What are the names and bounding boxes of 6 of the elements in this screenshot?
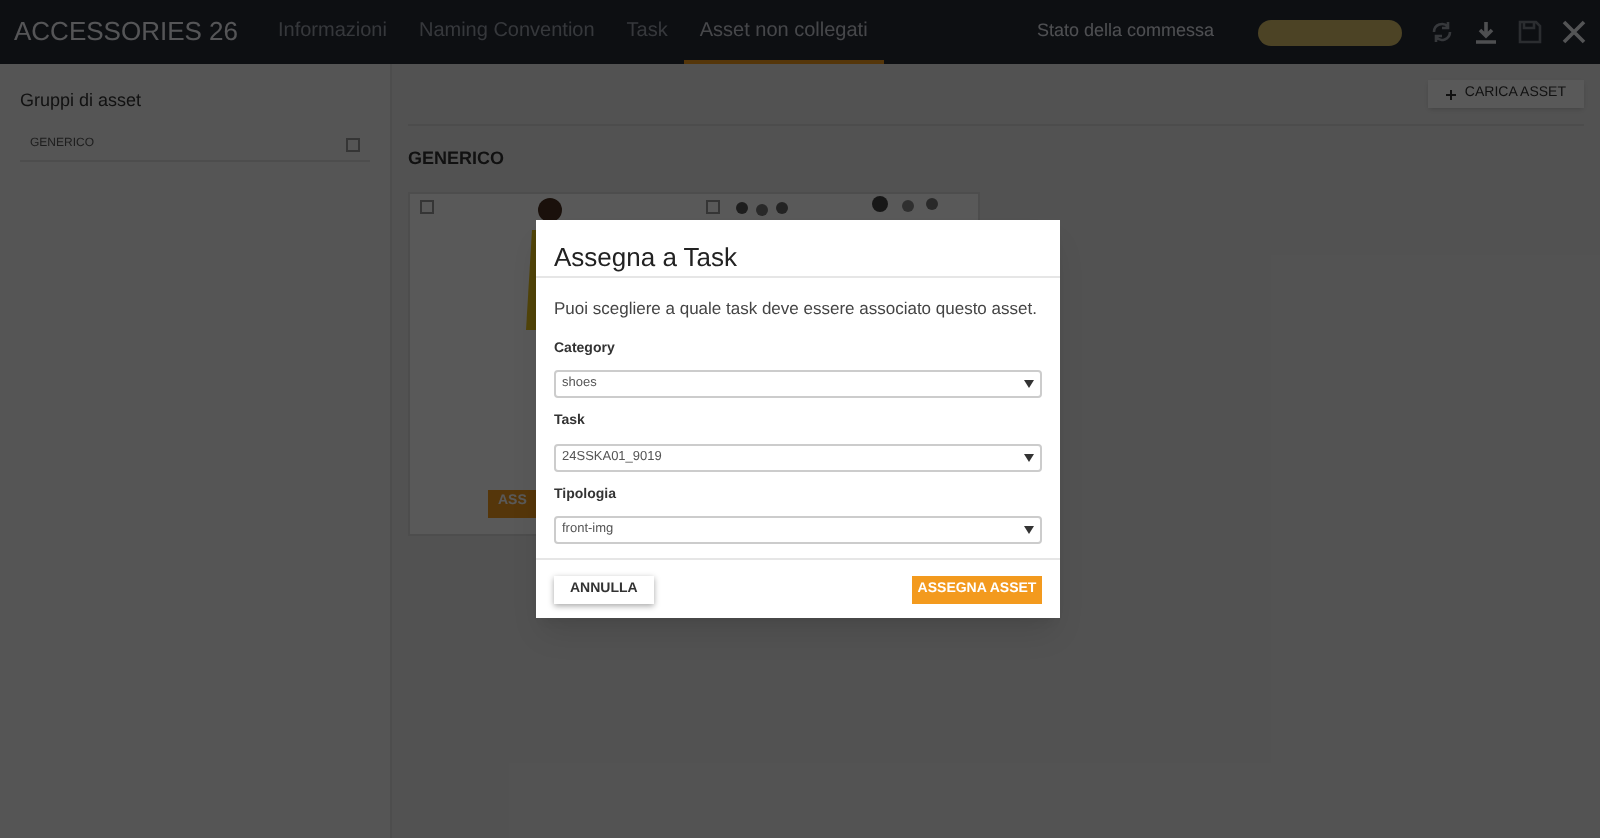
sidebar-title: Gruppi di asset — [20, 88, 144, 114]
dialog-title: Assegna a Task — [536, 220, 1060, 278]
project-title: ACCESSORIES 26 — [14, 14, 238, 51]
status-label: Stato della commessa — [1036, 18, 1214, 45]
group-title: GENERICO — [408, 146, 507, 172]
dialog-message: Puoi scegliere a quale task deve essere associato questo asset. — [554, 296, 1039, 322]
